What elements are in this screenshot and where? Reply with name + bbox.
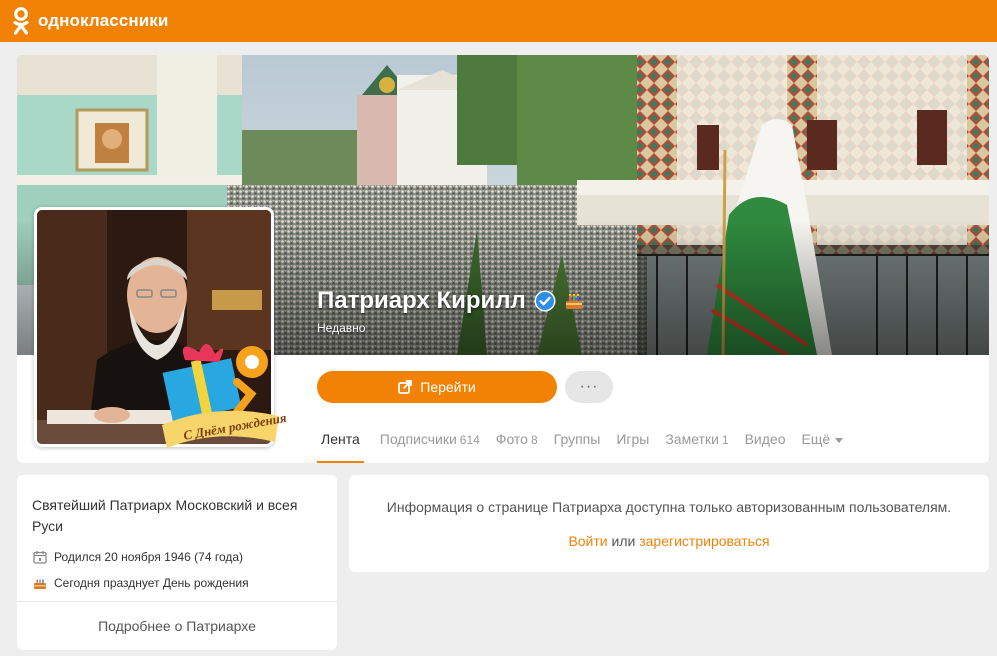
- tab-groups[interactable]: Группы: [554, 427, 601, 463]
- or-text: или: [611, 533, 636, 549]
- go-button-label: Перейти: [420, 379, 476, 395]
- tab-video[interactable]: Видео: [745, 427, 786, 463]
- birthday-row: Сегодня празднует День рождения: [33, 576, 249, 590]
- online-status: Недавно: [317, 321, 366, 335]
- profile-name: Патриарх Кирилл: [317, 287, 526, 314]
- more-dots-icon: ···: [579, 378, 599, 395]
- tab-notes[interactable]: Заметки 1: [665, 427, 728, 463]
- login-link[interactable]: Войти: [568, 533, 607, 549]
- profile-title: Святейший Патриарх Московский и всея Рус…: [32, 497, 298, 534]
- top-bar: одноклассники: [0, 0, 997, 42]
- ok-logo[interactable]: одноклассники: [12, 6, 168, 36]
- avatar[interactable]: С Днём рождения!: [34, 207, 287, 448]
- profile-tabs: Лента Подписчики 614 Фото 8 Группы Игры За…: [317, 427, 844, 463]
- tab-photos[interactable]: Фото 8: [496, 427, 538, 463]
- birthday-gift-icon: С Днём рождения!: [162, 343, 287, 448]
- about-more-link[interactable]: Подробнее о Патриархе: [17, 601, 337, 650]
- calendar-icon: [33, 551, 47, 564]
- external-link-icon: [398, 380, 413, 394]
- birth-date-text: Родился 20 ноября 1946 (74 года): [54, 550, 244, 564]
- cake-icon: [34, 579, 46, 589]
- tab-count: 8: [530, 433, 538, 447]
- verified-badge-icon: [534, 290, 556, 312]
- chevron-down-icon: [835, 437, 844, 443]
- tab-subscribers[interactable]: Подписчики 614: [380, 427, 480, 463]
- auth-notice-text: Информация о странице Патриарха доступна…: [386, 499, 952, 515]
- tab-count: 614: [459, 433, 480, 447]
- register-link[interactable]: зарегистрироваться: [639, 533, 769, 549]
- cake-icon: [565, 293, 582, 309]
- ok-logo-icon: [13, 7, 29, 35]
- birthday-text: Сегодня празднует День рождения: [54, 576, 249, 590]
- about-card: Святейший Патриарх Московский и всея Рус…: [17, 475, 337, 650]
- auth-notice-card: Информация о странице Патриарха доступна…: [349, 475, 989, 572]
- logo-text: одноклассники: [38, 11, 169, 30]
- tab-feed[interactable]: Лента: [317, 427, 364, 463]
- tab-games[interactable]: Игры: [616, 427, 649, 463]
- go-button[interactable]: Перейти: [317, 371, 557, 403]
- profile-heading: Патриарх Кирилл Недавно: [317, 287, 584, 335]
- tab-more[interactable]: Ещё: [801, 427, 844, 463]
- more-actions-button[interactable]: ···: [565, 371, 613, 403]
- profile-card: Патриарх Кирилл Недавно С Днём рождения!…: [17, 55, 989, 463]
- auth-links: Войти или зарегистрироваться: [349, 533, 989, 549]
- tab-count: 1: [721, 433, 729, 447]
- birth-date-row: Родился 20 ноября 1946 (74 года): [33, 550, 243, 564]
